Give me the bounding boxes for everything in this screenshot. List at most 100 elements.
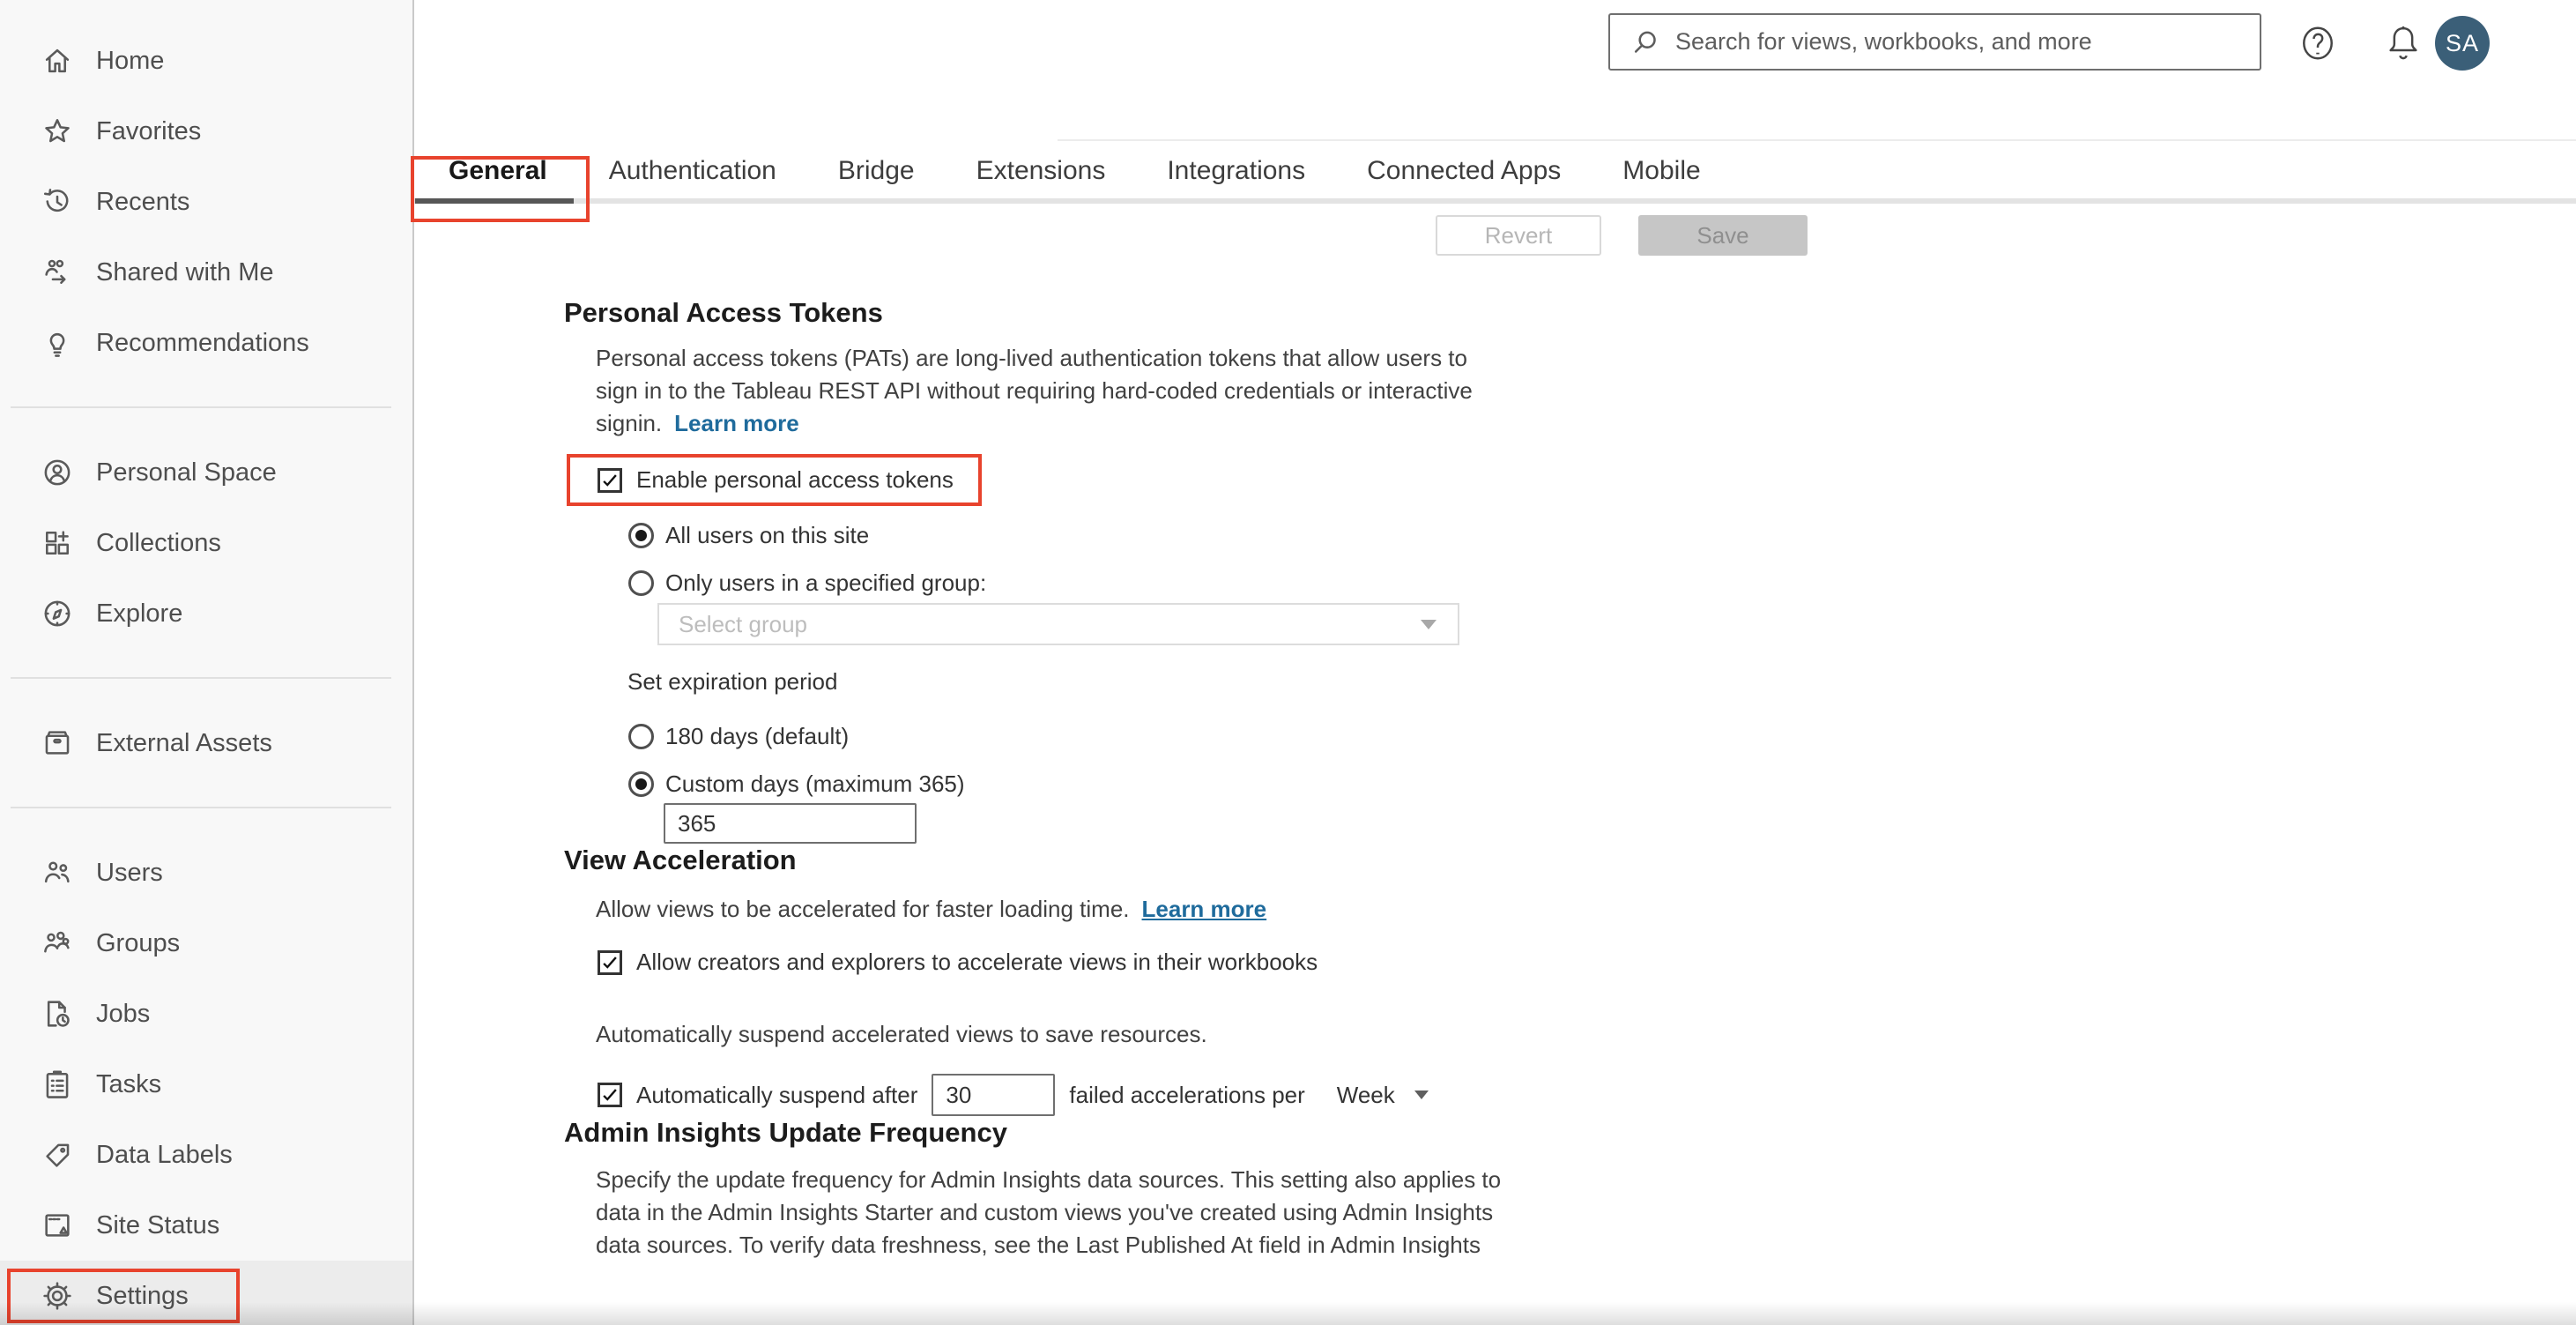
search-box[interactable] xyxy=(1608,13,2261,71)
scope-group-label: Only users in a specified group: xyxy=(665,569,987,596)
chevron-down-icon xyxy=(1421,619,1436,629)
sidebar-item-label: Favorites xyxy=(96,116,202,145)
sidebar-item-shared-with-me[interactable]: Shared with Me xyxy=(0,237,412,308)
sidebar-item-explore[interactable]: Explore xyxy=(0,578,412,649)
pat-learn-more-link[interactable]: Learn more xyxy=(674,410,799,436)
sidebar-item-home[interactable]: Home xyxy=(0,26,412,96)
sidebar-item-settings[interactable]: Settings xyxy=(0,1261,412,1325)
shared-icon xyxy=(40,255,75,290)
view-acceleration-section-title: View Acceleration xyxy=(564,845,797,875)
scope-group-option[interactable]: Only users in a specified group: xyxy=(628,569,2576,597)
sidebar-item-label: Personal Space xyxy=(96,458,277,487)
sidebar-item-site-status[interactable]: Site Status xyxy=(0,1190,412,1261)
expiration-custom-option[interactable]: Custom days (maximum 365) xyxy=(628,770,2576,798)
expiration-default-option[interactable]: 180 days (default) xyxy=(628,723,2576,750)
sidebar-item-label: Shared with Me xyxy=(96,257,274,287)
site-status-icon xyxy=(40,1208,75,1243)
search-icon xyxy=(1634,31,1656,53)
sidebar-item-groups[interactable]: Groups xyxy=(0,908,412,979)
lightbulb-icon xyxy=(40,325,75,361)
sidebar-item-label: Recents xyxy=(96,187,190,216)
avatar-initials: SA xyxy=(2445,29,2480,56)
allow-acceleration-checkbox[interactable] xyxy=(598,949,622,975)
sidebar-divider xyxy=(11,406,391,408)
suspend-period-value: Week xyxy=(1336,1081,1395,1108)
scope-all-users-label: All users on this site xyxy=(665,522,870,548)
sidebar-item-label: External Assets xyxy=(96,728,272,757)
expiration-default-radio[interactable] xyxy=(628,724,654,749)
sidebar-item-tasks[interactable]: Tasks xyxy=(0,1049,412,1120)
tab-connected-apps[interactable]: Connected Apps xyxy=(1367,156,1561,204)
star-icon xyxy=(40,114,75,149)
scope-group-radio[interactable] xyxy=(628,570,654,596)
sidebar-item-label: Site Status xyxy=(96,1210,220,1239)
annotation-box-enable-pat: Enable personal access tokens xyxy=(567,454,982,506)
settings-content: Personal Access Tokens Personal access t… xyxy=(414,266,2576,1325)
sidebar-item-label: Data Labels xyxy=(96,1140,233,1169)
sidebar-item-recommendations[interactable]: Recommendations xyxy=(0,308,412,378)
pat-section-title: Personal Access Tokens xyxy=(564,297,883,328)
avatar[interactable]: SA xyxy=(2435,16,2490,71)
view-acceleration-description: Allow views to be accelerated for faster… xyxy=(596,896,1267,922)
sidebar-item-label: Settings xyxy=(96,1281,189,1310)
home-icon xyxy=(40,43,75,78)
admin-insights-description: Specify the update frequency for Admin I… xyxy=(596,1166,1502,1258)
save-button[interactable]: Save xyxy=(1638,215,1808,256)
expiration-period-label: Set expiration period xyxy=(627,668,838,695)
sidebar-divider xyxy=(11,807,391,808)
auto-suspend-before-label: Automatically suspend after xyxy=(636,1081,918,1108)
sidebar-item-external-assets[interactable]: External Assets xyxy=(0,708,412,778)
sidebar-divider xyxy=(11,677,391,679)
compass-icon xyxy=(40,596,75,631)
allow-acceleration-label: Allow creators and explorers to accelera… xyxy=(636,949,1318,975)
tab-extensions[interactable]: Extensions xyxy=(976,156,1106,204)
scope-all-users-radio[interactable] xyxy=(628,523,654,548)
custom-days-input[interactable] xyxy=(664,803,917,844)
sidebar-item-favorites[interactable]: Favorites xyxy=(0,96,412,167)
tab-bridge[interactable]: Bridge xyxy=(838,156,915,204)
check-icon xyxy=(603,1089,617,1101)
users-icon xyxy=(40,855,75,890)
select-group-placeholder: Select group xyxy=(679,610,807,637)
auto-suspend-checkbox[interactable] xyxy=(598,1083,622,1107)
expiration-default-label: 180 days (default) xyxy=(665,723,850,749)
sidebar: Home Favorites Recents Shared with Me Recomm… xyxy=(0,0,414,1325)
check-icon xyxy=(603,956,617,969)
sidebar-item-users[interactable]: Users xyxy=(0,837,412,908)
scope-all-users-option[interactable]: All users on this site xyxy=(628,522,2576,549)
gear-icon xyxy=(40,1278,75,1314)
sidebar-item-label: Tasks xyxy=(96,1069,162,1098)
sidebar-item-recents[interactable]: Recents xyxy=(0,167,412,237)
sidebar-item-collections[interactable]: Collections xyxy=(0,508,412,578)
tab-authentication[interactable]: Authentication xyxy=(609,156,776,204)
admin-insights-section-title: Admin Insights Update Frequency xyxy=(564,1117,1007,1148)
header: SA xyxy=(414,0,2576,141)
tag-icon xyxy=(40,1137,75,1172)
enable-pat-checkbox[interactable] xyxy=(598,467,622,493)
settings-tabstrip: General Authentication Bridge Extensions Int… xyxy=(411,141,2576,222)
suspend-period-dropdown[interactable]: Week xyxy=(1337,1082,1429,1109)
person-circle-icon xyxy=(40,455,75,490)
sidebar-item-label: Home xyxy=(96,46,165,75)
allow-acceleration-row[interactable]: Allow creators and explorers to accelera… xyxy=(598,949,2576,976)
sidebar-item-label: Groups xyxy=(96,928,181,957)
sidebar-item-personal-space[interactable]: Personal Space xyxy=(0,437,412,508)
bell-icon[interactable] xyxy=(2382,22,2424,64)
pat-description: Personal access tokens (PATs) are long-l… xyxy=(596,345,1473,436)
revert-button[interactable]: Revert xyxy=(1436,215,1601,256)
drawer-icon xyxy=(40,726,75,761)
tab-integrations[interactable]: Integrations xyxy=(1167,156,1305,204)
view-acceleration-learn-more-link[interactable]: Learn more xyxy=(1142,896,1267,922)
auto-suspend-row: Automatically suspend after failed accel… xyxy=(598,1074,2576,1116)
toolbar: Revert Save xyxy=(414,204,2576,268)
failed-accelerations-input[interactable] xyxy=(932,1074,1056,1116)
help-icon[interactable] xyxy=(2297,22,2339,64)
jobs-icon xyxy=(40,996,75,1031)
tab-mobile[interactable]: Mobile xyxy=(1622,156,1700,204)
sidebar-item-data-labels[interactable]: Data Labels xyxy=(0,1120,412,1190)
select-group-dropdown[interactable]: Select group xyxy=(657,603,1459,645)
sidebar-item-jobs[interactable]: Jobs xyxy=(0,979,412,1049)
tab-general[interactable]: General xyxy=(449,156,547,204)
expiration-custom-radio[interactable] xyxy=(628,771,654,797)
search-input[interactable] xyxy=(1674,27,2244,56)
